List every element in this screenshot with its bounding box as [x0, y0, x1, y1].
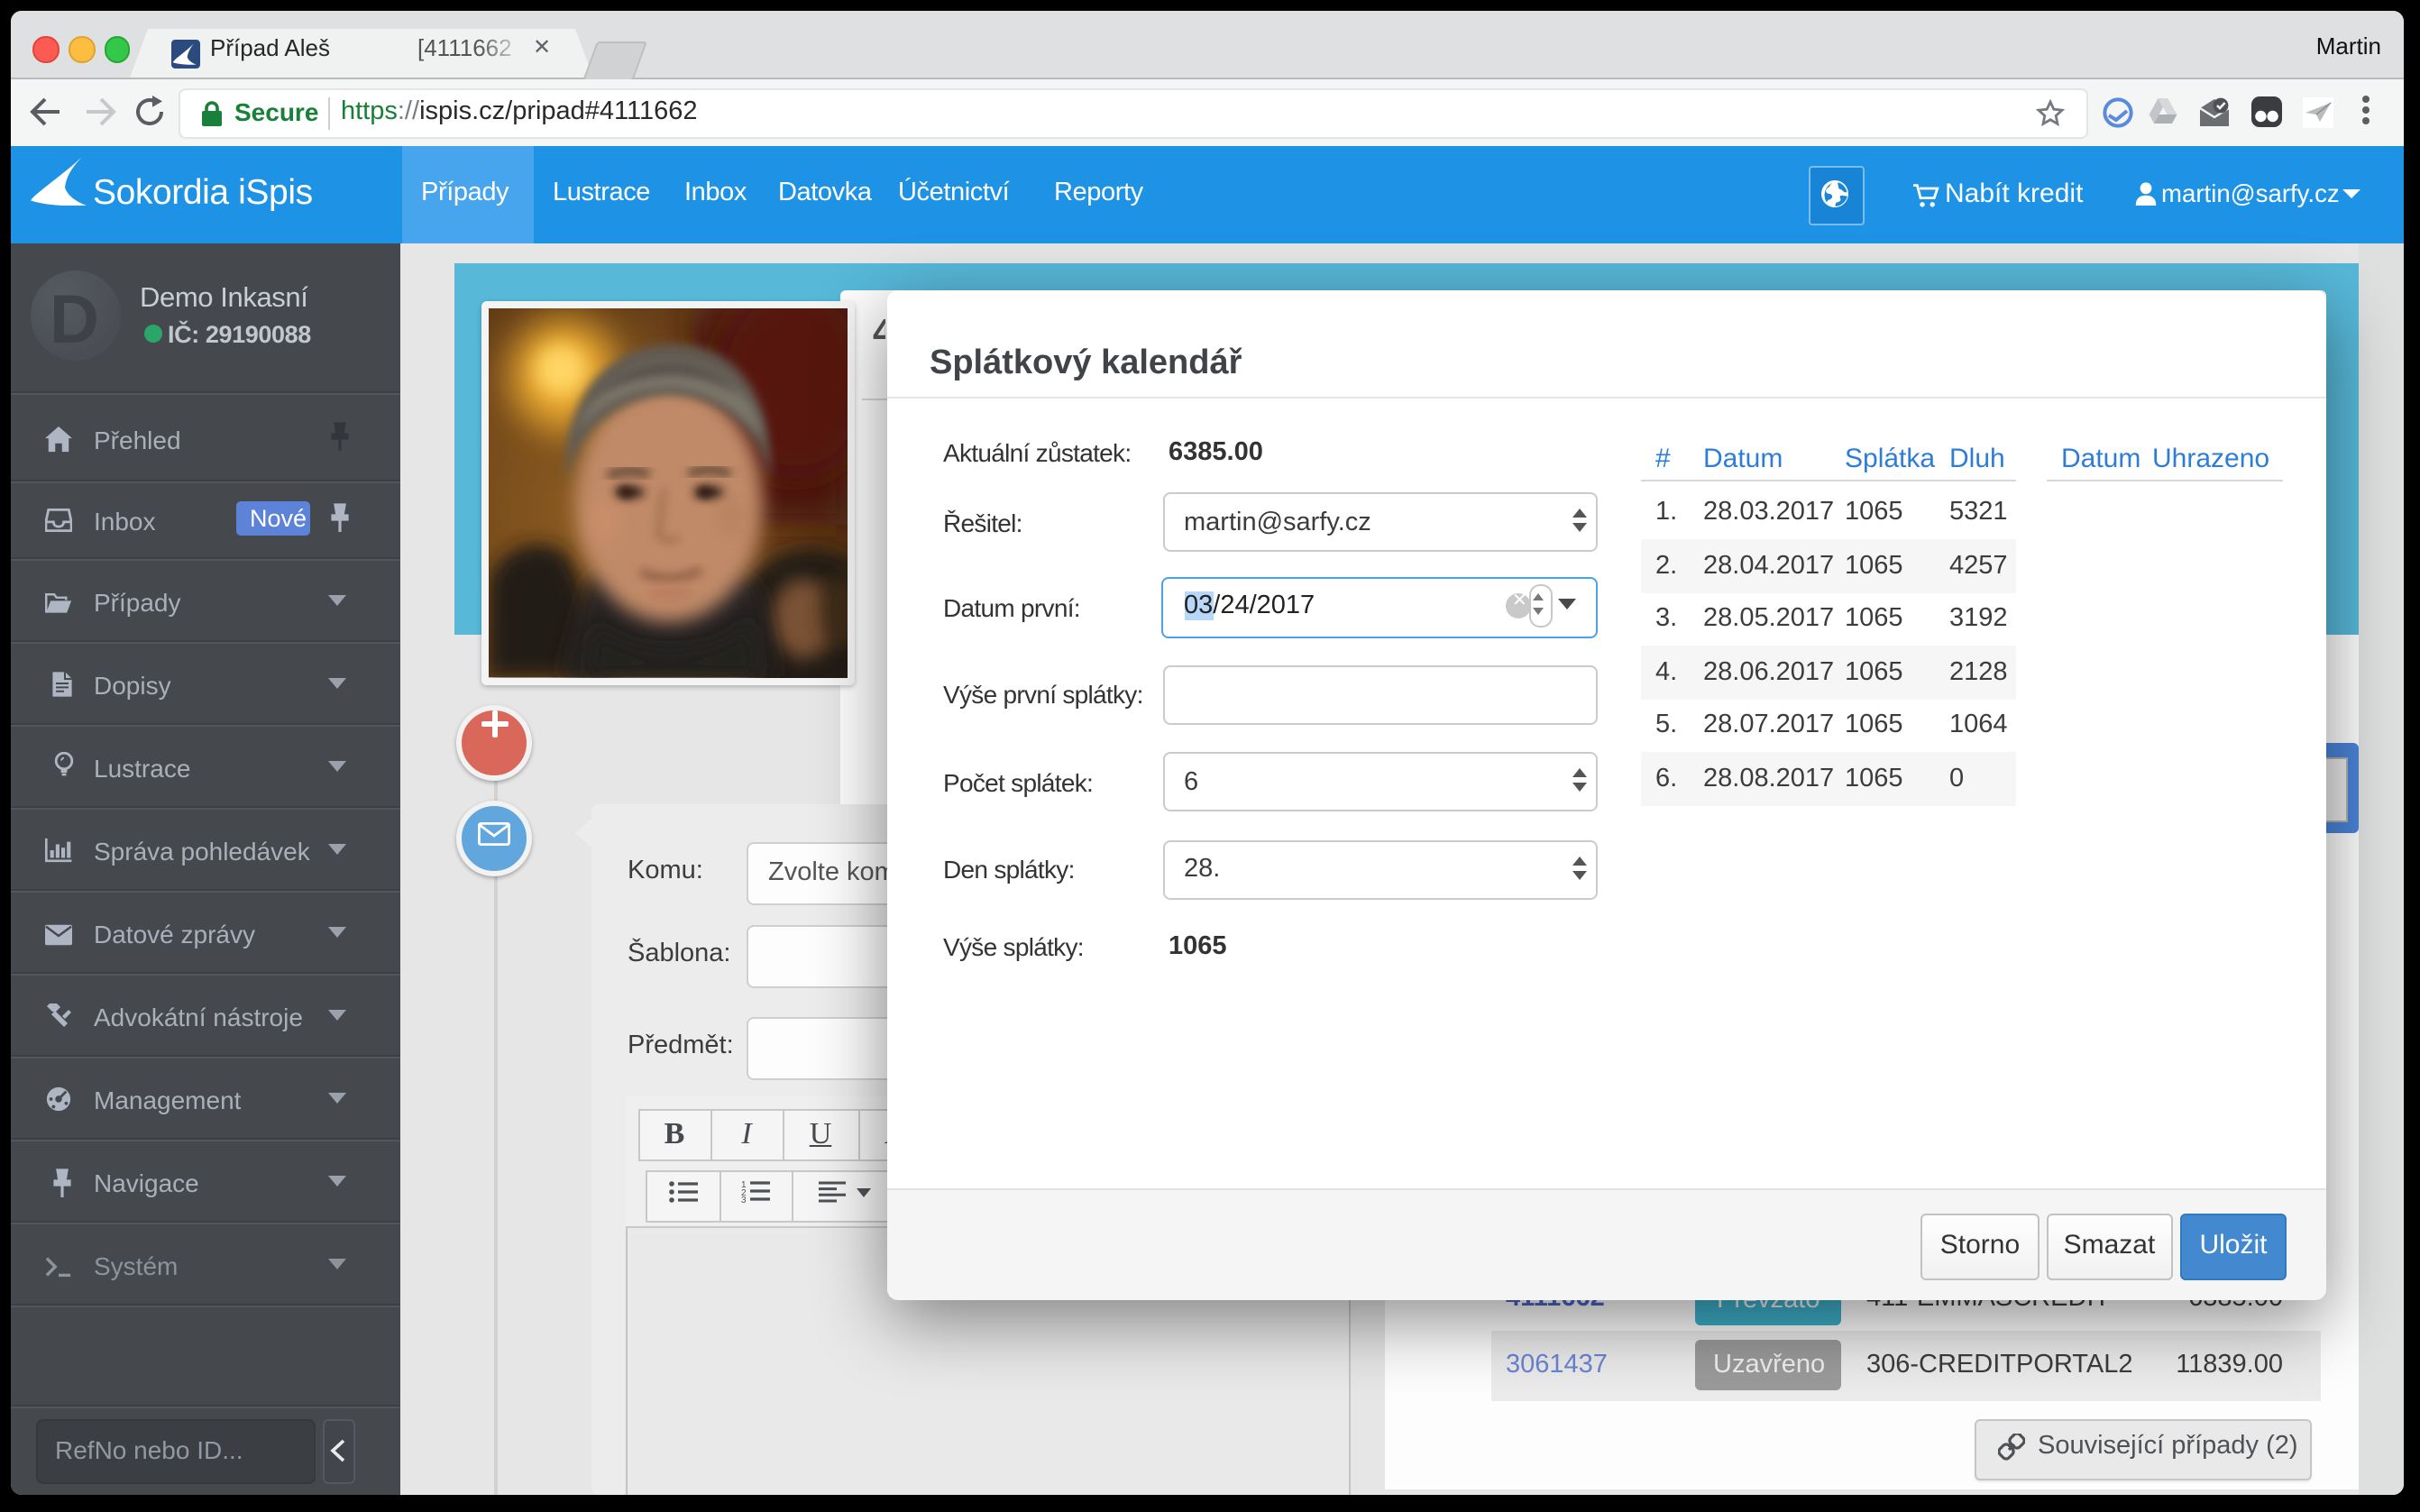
- svg-text:3: 3: [742, 1196, 747, 1203]
